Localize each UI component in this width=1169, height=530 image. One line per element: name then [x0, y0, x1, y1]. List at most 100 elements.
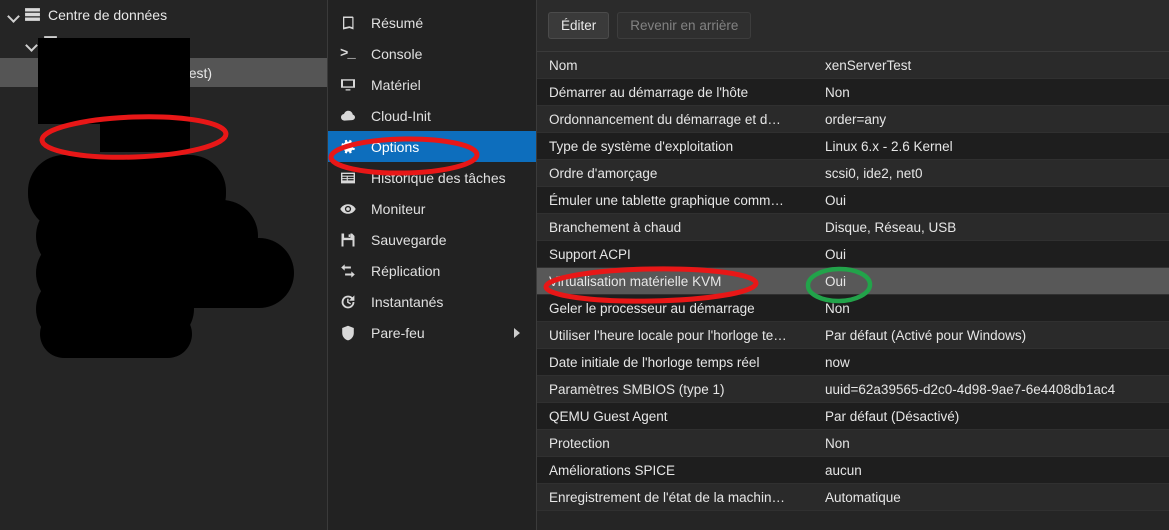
- options-content-panel: Éditer Revenir en arrière Nom xenServerTe…: [537, 0, 1169, 530]
- chevron-down-icon[interactable]: [24, 36, 39, 51]
- option-value: now: [825, 354, 850, 370]
- table-row[interactable]: Geler le processeur au démarrage Non: [537, 295, 1169, 322]
- menu-item-r-sum[interactable]: Résumé: [328, 7, 536, 38]
- resource-tree-panel: Centre de données103 (xenServerTest): [0, 0, 328, 530]
- snapshot-icon: [341, 294, 355, 308]
- menu-item-label: Sauvegarde: [371, 231, 447, 248]
- table-row[interactable]: Virtualisation matérielle KVM Oui: [537, 268, 1169, 295]
- option-value: Non: [825, 300, 850, 316]
- option-key: Ordonnancement du démarrage et d…: [549, 111, 781, 127]
- table-row[interactable]: Branchement à chaud Disque, Réseau, USB: [537, 214, 1169, 241]
- revert-button[interactable]: Revenir en arrière: [617, 12, 752, 39]
- menu-item-console[interactable]: >_ Console: [328, 38, 536, 69]
- tasklog-icon: [340, 170, 362, 186]
- menu-item-label: Réplication: [371, 262, 441, 279]
- tree-item-label: Centre de données: [48, 6, 168, 23]
- menu-item-label: Instantanés: [371, 293, 444, 310]
- table-row[interactable]: Enregistrement de l'état de la machin… Au…: [537, 484, 1169, 511]
- option-value: Disque, Réseau, USB: [825, 219, 957, 235]
- summary-icon: [343, 16, 354, 29]
- replicate-icon: [340, 263, 362, 279]
- option-value: Oui: [825, 192, 847, 208]
- cloud-icon: [341, 110, 355, 121]
- option-value: uuid=62a39565-d2c0-4d98-9ae7-6e4408db1ac…: [825, 381, 1116, 397]
- menu-item-r-plication[interactable]: Réplication: [328, 255, 536, 286]
- summary-icon: [340, 15, 362, 31]
- menu-item-instantan-s[interactable]: Instantanés: [328, 286, 536, 317]
- chevron-right-icon[interactable]: [514, 327, 520, 338]
- option-key: Enregistrement de l'état de la machin…: [549, 489, 785, 505]
- table-row[interactable]: Paramètres SMBIOS (type 1) uuid=62a39565-…: [537, 376, 1169, 403]
- monitor-icon: [340, 77, 362, 93]
- menu-item-sauvegarde[interactable]: Sauvegarde: [328, 224, 536, 255]
- eye-icon: [340, 201, 362, 217]
- menu-item-label: Matériel: [371, 76, 421, 93]
- floppy-icon: [340, 232, 362, 248]
- gear-icon: [341, 139, 356, 153]
- tree-item-datacenter[interactable]: Centre de données: [0, 0, 327, 29]
- table-row[interactable]: Utiliser l'heure locale pour l'horloge t…: [537, 322, 1169, 349]
- menu-item-label: Console: [371, 45, 423, 62]
- cloud-icon: [340, 108, 362, 124]
- option-value: aucun: [825, 462, 862, 478]
- edit-button[interactable]: Éditer: [548, 12, 610, 39]
- menu-item-label: Options: [371, 138, 420, 155]
- option-key: Protection: [549, 435, 610, 451]
- option-key: Type de système d'exploitation: [549, 138, 734, 154]
- option-key: Support ACPI: [549, 246, 631, 262]
- option-key: Paramètres SMBIOS (type 1): [549, 381, 725, 397]
- menu-item-label: Cloud-Init: [371, 107, 431, 124]
- table-row[interactable]: Protection Non: [537, 430, 1169, 457]
- option-key: Date initiale de l'horloge temps réel: [549, 354, 760, 370]
- menu-item-label: Résumé: [371, 14, 424, 31]
- table-row[interactable]: Ordonnancement du démarrage et d… order=a…: [537, 106, 1169, 133]
- option-value: Automatique: [825, 489, 901, 505]
- vm-nav-menu[interactable]: Résumé >_ Console Matériel Cloud-Init Options…: [328, 0, 537, 530]
- table-row[interactable]: Support ACPI Oui: [537, 241, 1169, 268]
- option-key: Ordre d'amorçage: [549, 165, 658, 181]
- datacenter-icon: [24, 6, 41, 23]
- eye-icon: [340, 203, 356, 214]
- option-value: Par défaut (Activé pour Windows): [825, 327, 1027, 343]
- menu-item-mat-riel[interactable]: Matériel: [328, 69, 536, 100]
- option-key: Virtualisation matérielle KVM: [549, 273, 722, 289]
- option-value: Par défaut (Désactivé): [825, 408, 960, 424]
- gear-icon: [340, 139, 362, 155]
- tasklog-icon: [341, 172, 355, 183]
- table-row[interactable]: Améliorations SPICE aucun: [537, 457, 1169, 484]
- table-row[interactable]: QEMU Guest Agent Par défaut (Désactivé): [537, 403, 1169, 430]
- option-value: order=any: [825, 111, 887, 127]
- menu-item-moniteur[interactable]: Moniteur: [328, 193, 536, 224]
- table-row[interactable]: Démarrer au démarrage de l'hôte Non: [537, 79, 1169, 106]
- option-key: Améliorations SPICE: [549, 462, 676, 478]
- console-icon: >_: [340, 45, 356, 62]
- table-row[interactable]: Émuler une tablette graphique comm… Oui: [537, 187, 1169, 214]
- option-value: scsi0, ide2, net0: [825, 165, 923, 181]
- option-key: QEMU Guest Agent: [549, 408, 668, 424]
- menu-item-cloud-init[interactable]: Cloud-Init: [328, 100, 536, 131]
- menu-item-historique-des-t-ches[interactable]: Historique des tâches: [328, 162, 536, 193]
- table-row[interactable]: Nom xenServerTest: [537, 52, 1169, 79]
- shield-icon: [340, 325, 362, 341]
- menu-item-label: Pare-feu: [371, 324, 425, 341]
- menu-item-label: Moniteur: [371, 200, 426, 217]
- option-key: Branchement à chaud: [549, 219, 682, 235]
- option-value: Linux 6.x - 2.6 Kernel: [825, 138, 953, 154]
- table-row[interactable]: Date initiale de l'horloge temps réel now: [537, 349, 1169, 376]
- options-table: Nom xenServerTest Démarrer au démarrage de…: [537, 52, 1169, 530]
- menu-item-pare-feu[interactable]: Pare-feu: [328, 317, 536, 348]
- proxmox-vm-options-window: Centre de données103 (xenServerTest) Rés…: [0, 0, 1169, 530]
- option-key: Geler le processeur au démarrage: [549, 300, 755, 316]
- options-toolbar: Éditer Revenir en arrière: [537, 0, 1169, 52]
- option-value: Oui: [825, 246, 847, 262]
- chevron-down-icon[interactable]: [6, 7, 21, 22]
- menu-item-label: Historique des tâches: [371, 169, 506, 186]
- option-key: Démarrer au démarrage de l'hôte: [549, 84, 749, 100]
- option-value: Oui: [825, 273, 847, 289]
- option-value: xenServerTest: [825, 57, 912, 73]
- datacenter-icon: [25, 8, 40, 21]
- table-row[interactable]: Ordre d'amorçage scsi0, ide2, net0: [537, 160, 1169, 187]
- table-row[interactable]: Type de système d'exploitation Linux 6.x …: [537, 133, 1169, 160]
- menu-item-options[interactable]: Options: [328, 131, 536, 162]
- option-key: Nom: [549, 57, 578, 73]
